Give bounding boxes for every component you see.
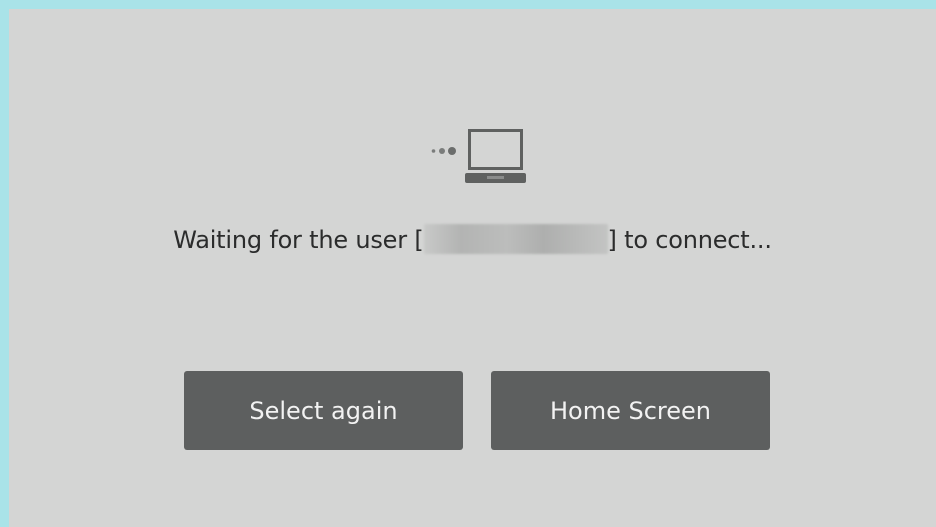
home-screen-button[interactable]: Home Screen: [491, 371, 770, 450]
waiting-message-suffix: ] to connect...: [607, 226, 772, 254]
waiting-message: Waiting for the user [ ] to connect...: [9, 224, 936, 254]
laptop-connecting-icon: [431, 129, 526, 183]
select-again-button[interactable]: Select again: [184, 371, 463, 450]
waiting-message-prefix: Waiting for the user [: [173, 226, 424, 254]
redacted-username: [423, 224, 608, 254]
dialog-panel: Waiting for the user [ ] to connect... Se…: [9, 9, 936, 527]
